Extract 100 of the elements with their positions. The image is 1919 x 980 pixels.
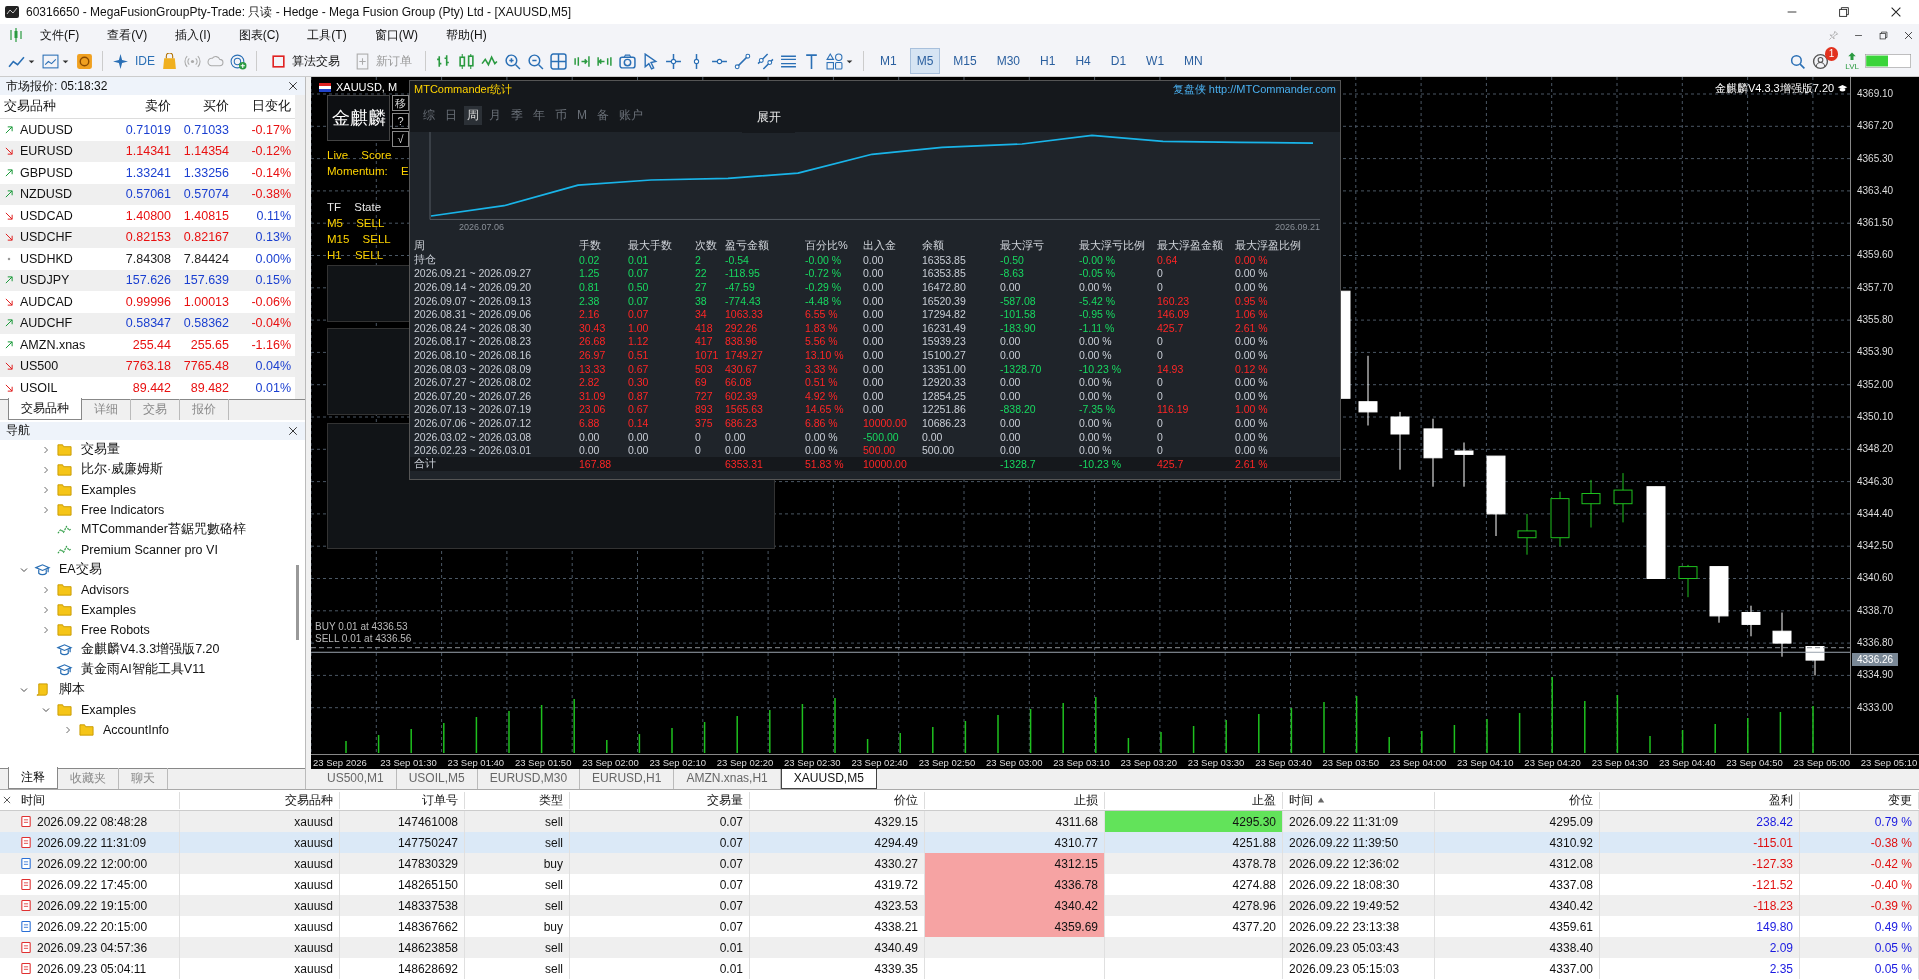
- period-tab[interactable]: 周: [464, 105, 482, 125]
- timeframe-button[interactable]: W1: [1139, 48, 1172, 74]
- menu-item[interactable]: 文件(F): [28, 24, 92, 46]
- tree-item[interactable]: Examples: [81, 482, 136, 497]
- table-row[interactable]: 2026.09.22 11:31:09 xauusd 147750247 sell 0.07 4294.49 4310.77 4251.88 2026.09.22 11:39:50 4310.92 -115.01 -0.38 %: [0, 832, 1919, 853]
- timeframe-button[interactable]: MN: [1177, 48, 1210, 74]
- shapes-icon[interactable]: [826, 52, 843, 70]
- tree-item[interactable]: Examples: [81, 702, 136, 717]
- symbol-name[interactable]: AUDUSD: [20, 122, 73, 137]
- symbol-name[interactable]: GBPUSD: [20, 165, 73, 180]
- period-tab[interactable]: 账户: [616, 105, 646, 125]
- close-button[interactable]: [1889, 5, 1903, 19]
- timeframe-button[interactable]: M15: [946, 48, 984, 74]
- symbol-name[interactable]: EURUSD: [20, 144, 73, 159]
- timeframe-button[interactable]: D1: [1103, 48, 1134, 74]
- candles-icon[interactable]: [458, 52, 475, 70]
- symbol-name[interactable]: NZDUSD: [20, 187, 73, 202]
- restore-button[interactable]: [1878, 29, 1889, 41]
- timeframe-button[interactable]: H1: [1033, 48, 1063, 74]
- tree-item[interactable]: 金麒麟V4.3.3增强版7.20: [81, 641, 220, 658]
- period-tab[interactable]: 日: [442, 105, 460, 125]
- timeframe-button[interactable]: M30: [989, 48, 1028, 74]
- algo-trading-button[interactable]: 算法交易: [266, 50, 344, 72]
- ide-button[interactable]: IDE: [135, 54, 155, 68]
- trendline-icon[interactable]: [734, 52, 751, 70]
- period-tab[interactable]: 年: [530, 105, 548, 125]
- column-header[interactable]: 交易量: [570, 791, 750, 809]
- text-tool-icon[interactable]: [803, 52, 820, 70]
- symbol-name[interactable]: AMZN.xnas: [20, 337, 86, 352]
- column-header[interactable]: 卖价: [117, 98, 175, 115]
- panel-button[interactable]: 移: [392, 95, 409, 111]
- menu-item[interactable]: 工具(T): [295, 24, 359, 46]
- period-tab[interactable]: 月: [486, 105, 504, 125]
- chart-icon[interactable]: [8, 27, 24, 43]
- tree-item[interactable]: Free Robots: [81, 622, 150, 637]
- menu-item[interactable]: 帮助(H): [434, 24, 499, 46]
- fibonacci-icon[interactable]: [780, 52, 797, 70]
- tree-item[interactable]: 脚本: [59, 681, 85, 698]
- tree-item[interactable]: AccountInfo: [103, 722, 169, 737]
- tree-item[interactable]: 比尔·威廉姆斯: [81, 461, 164, 478]
- panel-tab[interactable]: 注释: [8, 767, 58, 789]
- column-header[interactable]: 变更: [1800, 791, 1919, 809]
- close-button[interactable]: [1903, 29, 1914, 41]
- zoom-in-icon[interactable]: [504, 52, 521, 70]
- timeframe-button[interactable]: H4: [1068, 48, 1098, 74]
- column-header[interactable]: 交易品种: [180, 791, 340, 809]
- symbol-name[interactable]: US500: [20, 359, 59, 374]
- tree-item[interactable]: Examples: [81, 602, 136, 617]
- channel-icon[interactable]: [757, 52, 774, 70]
- close-icon[interactable]: [2, 795, 12, 805]
- column-header[interactable]: 类型: [465, 791, 570, 809]
- menu-item[interactable]: 图表(C): [226, 24, 292, 46]
- column-header[interactable]: 盈利: [1600, 791, 1800, 809]
- camera-icon[interactable]: [619, 52, 636, 70]
- tree-item[interactable]: 黃金雨AI智能工具V11: [81, 661, 206, 678]
- column-header[interactable]: 时间: [1283, 791, 1435, 809]
- column-header[interactable]: 日变化: [233, 98, 295, 115]
- symbol-name[interactable]: USDHKD: [20, 251, 73, 266]
- period-tab[interactable]: 备: [594, 105, 612, 125]
- search-icon[interactable]: [1789, 52, 1807, 70]
- panel-button[interactable]: ?: [392, 113, 409, 129]
- user-icon[interactable]: [1812, 52, 1830, 70]
- period-tab[interactable]: 综: [420, 105, 438, 125]
- column-header[interactable]: 买价: [175, 98, 233, 115]
- tree-item[interactable]: EA交易: [59, 561, 102, 578]
- column-header[interactable]: 止损: [925, 791, 1105, 809]
- cursor-icon[interactable]: [642, 52, 659, 70]
- chart-window-icon[interactable]: [42, 52, 59, 70]
- symbol-name[interactable]: USDCHF: [20, 230, 73, 245]
- symbol-name[interactable]: USDJPY: [20, 273, 70, 288]
- grid-icon[interactable]: [550, 52, 567, 70]
- tree-item[interactable]: Free Indicators: [81, 502, 165, 517]
- close-icon[interactable]: [287, 424, 299, 437]
- bar-chart-icon[interactable]: [435, 52, 452, 70]
- target-icon[interactable]: [230, 52, 247, 70]
- column-header[interactable]: 价位: [750, 791, 925, 809]
- shopping-bag-icon[interactable]: [161, 52, 178, 70]
- table-row[interactable]: 2026.09.22 12:00:00 xauusd 147830329 buy 0.07 4330.27 4312.15 4378.78 2026.09.22 12:36:02 4312.08 -127.33 -0.42 %: [0, 853, 1919, 874]
- table-row[interactable]: 2026.09.22 19:15:00 xauusd 148337538 sell 0.07 4323.53 4340.42 4278.96 2026.09.22 19:49:52 4340.42 -118.23 -0.39 %: [0, 895, 1919, 916]
- symbol-name[interactable]: USDCAD: [20, 208, 73, 223]
- period-tab[interactable]: 币: [552, 105, 570, 125]
- table-row[interactable]: 2026.09.22 08:48:28 xauusd 147461008 sell 0.07 4329.15 4311.68 4295.30 2026.09.22 11:31:09 4295.09 238.42 0.79 %: [0, 811, 1919, 832]
- restore-button[interactable]: [1837, 5, 1851, 19]
- chart-tab[interactable]: XAUUSD,M5: [780, 769, 877, 789]
- menu-item[interactable]: 窗口(W): [362, 24, 430, 46]
- period-tab[interactable]: 季: [508, 105, 526, 125]
- zoom-out-icon[interactable]: [527, 52, 544, 70]
- symbol-name[interactable]: USOIL: [20, 380, 58, 395]
- column-header[interactable]: 时间: [15, 791, 180, 809]
- timeframe-button[interactable]: M5: [909, 48, 941, 74]
- tree-item[interactable]: Premium Scanner pro VI: [81, 542, 218, 557]
- website-link[interactable]: 复盘侠 http://MTCommander.com: [1172, 82, 1336, 97]
- crosshair-icon[interactable]: [665, 52, 682, 70]
- menu-item[interactable]: 插入(I): [163, 24, 223, 46]
- column-header[interactable]: 订单号: [340, 791, 465, 809]
- timeframe-button[interactable]: M1: [873, 48, 904, 74]
- period-tab[interactable]: M: [574, 107, 590, 123]
- tree-item[interactable]: 交易量: [81, 441, 120, 458]
- table-row[interactable]: 2026.09.23 04:57:36 xauusd 148623858 sell 0.01 4340.49 2026.09.23 05:03:43 4338.40 2.09 0.05 %: [0, 937, 1919, 958]
- column-header[interactable]: 交易品种: [0, 98, 117, 115]
